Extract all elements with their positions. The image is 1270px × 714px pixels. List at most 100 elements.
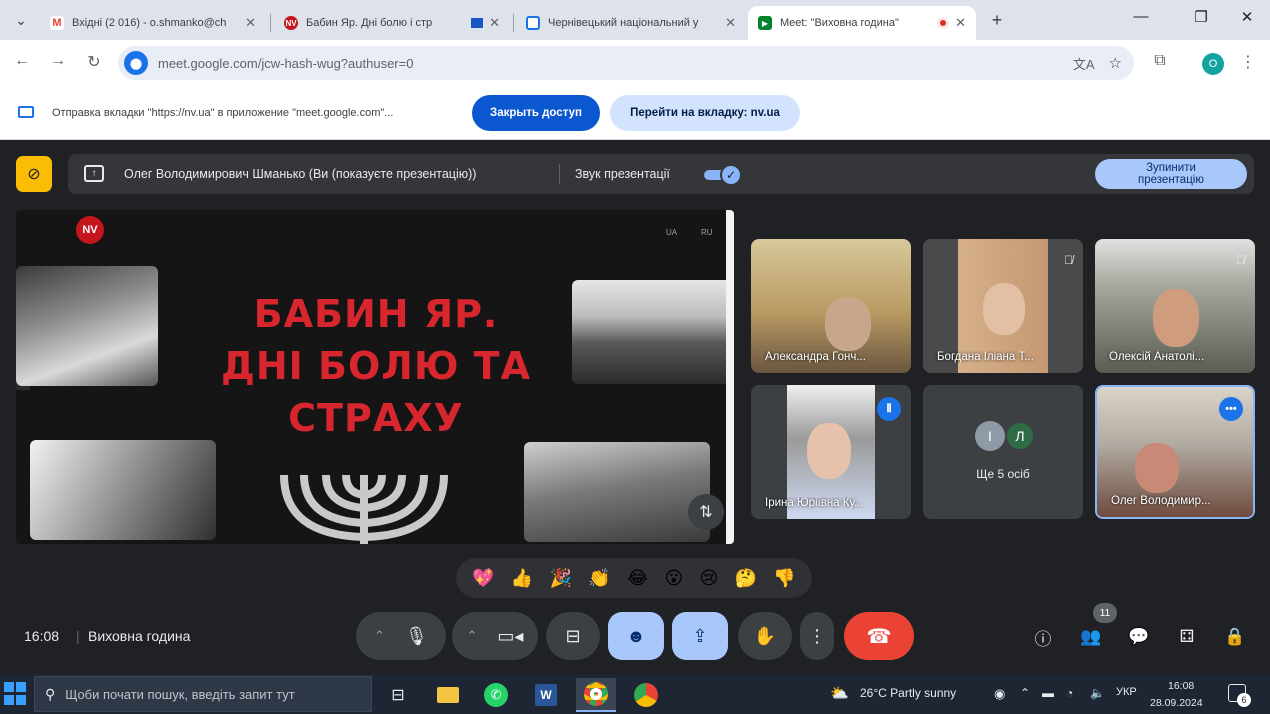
tab-nv-article[interactable]: NV Бабин Яр. Дні болю і стр ✕	[274, 6, 510, 40]
check-icon: ✓	[720, 164, 742, 186]
network-icon[interactable]: ◔	[1066, 686, 1073, 700]
tab-search-button[interactable]: ⌄	[8, 8, 34, 32]
windows-taskbar: ⚲ Щоби почати пошук, введіть запит тут ⊟…	[0, 674, 1270, 714]
close-access-button[interactable]: Закрыть доступ	[472, 95, 600, 131]
whatsapp-button[interactable]: ✆	[476, 678, 516, 712]
captions-button[interactable]: ⊟	[546, 612, 600, 660]
swap-view-button[interactable]: ⇅	[688, 494, 724, 530]
reload-button[interactable]: ↻	[82, 52, 106, 72]
tab-classroom[interactable]: Чернівецький національний у ✕	[516, 6, 746, 40]
weather-label[interactable]: 26°C Partly sunny	[860, 686, 956, 700]
reaction-surprised-button[interactable]: 😮	[664, 568, 683, 589]
more-participants-tile[interactable]: І Л Ще 5 осіб	[923, 385, 1083, 519]
reaction-thumbs-up-button[interactable]: 👍	[511, 568, 533, 589]
profile-initial: O	[1208, 58, 1218, 70]
participant-tile[interactable]: Александра Гонч...	[751, 239, 911, 373]
extensions-icon[interactable]: ⧉	[1148, 52, 1172, 70]
chat-button[interactable]: 💬	[1126, 624, 1152, 650]
input-language[interactable]: УКР	[1116, 686, 1137, 698]
reaction-thinking-button[interactable]: 🤔	[735, 568, 757, 589]
address-bar[interactable]: ⬤ meet.google.com/jcw-hash-wug?authuser=…	[118, 46, 1134, 80]
tray-date[interactable]: 28.09.2024	[1150, 697, 1203, 709]
camera-button[interactable]: ▭◂	[497, 626, 523, 647]
participant-face	[1153, 289, 1199, 347]
chrome-button-active[interactable]	[576, 678, 616, 712]
screen-share-icon	[18, 106, 34, 118]
forward-button[interactable]: →	[46, 52, 70, 70]
close-icon[interactable]: ✕	[489, 15, 500, 31]
archive-photo-bodies	[524, 442, 710, 542]
leave-call-button[interactable]: ☎	[844, 612, 914, 660]
tab-meet[interactable]: ▶ Meet: "Виховна година" ✕	[748, 6, 976, 40]
reaction-heart-button[interactable]: 💖	[472, 568, 494, 589]
presenter-label: Олег Володимирович Шманько (Ви (показуєт…	[124, 167, 477, 181]
reaction-thumbs-down-button[interactable]: 👎	[773, 568, 795, 589]
battery-icon[interactable]: ▬	[1042, 686, 1054, 700]
meeting-info-button[interactable]: ⓘ	[1030, 624, 1056, 650]
site-info-icon[interactable]: ⬤	[124, 51, 148, 75]
reaction-party-button[interactable]: 🎉	[550, 568, 572, 589]
tab-gmail[interactable]: M Вхідні (2 016) - o.shmanko@ch ✕	[40, 6, 266, 40]
participant-face	[807, 423, 851, 479]
close-icon[interactable]: ✕	[725, 15, 736, 31]
present-now-button[interactable]: ⇪	[672, 612, 728, 660]
camera-options-chevron-icon[interactable]: ⌃	[467, 628, 478, 644]
nv-logo: NV	[76, 216, 104, 244]
word-button[interactable]: W	[526, 678, 566, 712]
browser-menu-icon[interactable]: ⋮	[1236, 52, 1260, 72]
viber-tray-icon[interactable]: ◉	[994, 686, 1005, 702]
notifications-icon[interactable]: 6	[1228, 684, 1251, 707]
participant-tile[interactable]: 🎙̸ Олексій Анатолі...	[1095, 239, 1255, 373]
activities-icon: ⚃	[1179, 627, 1195, 646]
meeting-clock: 16:08	[24, 628, 60, 644]
chat-icon: 💬	[1128, 627, 1150, 646]
presentation-sound-toggle[interactable]: ✓	[704, 164, 742, 186]
taskbar-search-box[interactable]: ⚲ Щоби почати пошук, введіть запит тут	[34, 676, 372, 712]
new-tab-button[interactable]: +	[984, 8, 1010, 32]
presentation-sound-label: Звук презентації	[575, 167, 670, 181]
restore-button[interactable]: ❐	[1186, 8, 1216, 26]
reactions-bar: 💖 👍 🎉 👏 😂 😮 😢 🤔 👎	[456, 558, 812, 598]
headline-line-3: СТРАХУ	[288, 396, 464, 440]
tray-time[interactable]: 16:08	[1168, 680, 1194, 692]
translate-icon[interactable]: 文A	[1073, 54, 1095, 73]
people-button[interactable]: 👥	[1078, 624, 1104, 650]
reaction-laugh-button[interactable]: 😂	[627, 568, 648, 589]
go-to-tab-button[interactable]: Перейти на вкладку: nv.ua	[610, 95, 800, 131]
mic-options-chevron-icon[interactable]: ⌃	[374, 628, 385, 644]
reaction-sad-button[interactable]: 😢	[700, 568, 719, 589]
more-options-button[interactable]: ⋮	[800, 612, 834, 660]
bookmark-star-icon[interactable]: ☆	[1109, 54, 1122, 72]
camera-off-icon: ⊘	[27, 166, 41, 183]
camera-off-indicator[interactable]: ⊘	[16, 156, 52, 192]
profile-avatar[interactable]: O	[1202, 53, 1224, 75]
microphone-control: ⌃ 🎙	[356, 612, 446, 660]
task-view-button[interactable]: ⊟	[378, 678, 418, 712]
swap-arrows-icon: ⇅	[699, 504, 713, 521]
host-controls-button[interactable]: 🔒	[1222, 624, 1248, 650]
emoji-reactions-button[interactable]: ☻	[608, 612, 664, 660]
show-hidden-icons[interactable]: ⌃	[1020, 686, 1030, 700]
close-icon[interactable]: ✕	[955, 15, 966, 31]
self-view-tile[interactable]: ••• Олег Володимир...	[1095, 385, 1255, 519]
close-icon[interactable]: ✕	[245, 15, 256, 31]
presentation-view[interactable]: NV UA RU f x ● ● < БАБИН ЯР. ДНІ БОЛЮ ТА…	[16, 210, 734, 544]
reaction-clap-button[interactable]: 👏	[588, 568, 610, 589]
microphone-button[interactable]: 🎙	[405, 626, 428, 647]
url-text: meet.google.com/jcw-hash-wug?authuser=0	[158, 55, 414, 71]
participant-tile[interactable]: ⦀ Ірина Юріївна Ку...	[751, 385, 911, 519]
volume-icon[interactable]: 🔈	[1090, 686, 1105, 700]
activities-button[interactable]: ⚃	[1174, 624, 1200, 650]
stop-presenting-button[interactable]: Зупинити презентацію	[1095, 159, 1247, 189]
chrome-button[interactable]	[626, 678, 666, 712]
windows-start-button[interactable]	[4, 682, 28, 706]
tab-title: Бабин Яр. Дні болю і стр	[306, 17, 433, 29]
participant-tile[interactable]: 🎙̸ Богдана Іліана Т...	[923, 239, 1083, 373]
minimize-button[interactable]: —	[1126, 8, 1156, 25]
more-options-icon[interactable]: •••	[1219, 397, 1243, 421]
archive-photo-soldiers	[30, 440, 216, 540]
back-button[interactable]: ←	[10, 52, 34, 70]
close-window-button[interactable]: ✕	[1232, 8, 1262, 26]
file-explorer-button[interactable]	[428, 678, 468, 712]
raise-hand-button[interactable]: ✋	[738, 612, 792, 660]
